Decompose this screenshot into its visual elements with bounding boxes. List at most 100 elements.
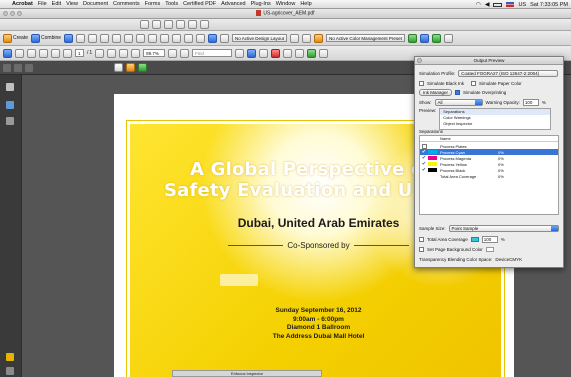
sep-black-toggle[interactable]: ✔ xyxy=(420,167,428,173)
comments-panel-icon[interactable] xyxy=(6,353,14,361)
task-icon-2[interactable] xyxy=(152,20,161,29)
bookmarks-panel-icon[interactable] xyxy=(6,101,14,109)
simulate-black-ink-checkbox[interactable] xyxy=(419,80,424,86)
output-tool-icon[interactable] xyxy=(136,33,146,43)
show-select[interactable]: All xyxy=(434,98,483,106)
sep-magenta-toggle[interactable]: ✔ xyxy=(420,155,428,161)
task-icon-1[interactable] xyxy=(140,20,149,29)
color-management-icon[interactable] xyxy=(314,33,324,43)
fit-width-icon[interactable] xyxy=(180,48,190,58)
sep-magenta-check-icon[interactable]: ✔ xyxy=(422,155,426,161)
dark-tool-icon-1[interactable] xyxy=(3,63,11,72)
input-source-label[interactable]: US xyxy=(518,2,526,8)
tac-input[interactable]: 100 xyxy=(481,235,498,243)
sep-black-check-icon[interactable]: ✔ xyxy=(422,167,426,173)
object-tool-icon[interactable] xyxy=(259,48,269,58)
warning-opacity-input[interactable]: 100 xyxy=(522,98,539,106)
fix-hairlines-icon[interactable] xyxy=(208,33,218,43)
extra-tool-icon[interactable] xyxy=(319,48,329,58)
color-check-icon[interactable] xyxy=(407,33,417,43)
menu-forms[interactable]: Forms xyxy=(145,1,161,7)
clock[interactable]: Sat 7:33:05 PM xyxy=(530,2,568,8)
layers-panel-icon[interactable] xyxy=(6,117,14,125)
attachments-panel-icon[interactable] xyxy=(6,367,14,375)
preflight-tool-icon[interactable] xyxy=(124,33,134,43)
menu-edit[interactable]: Edit xyxy=(52,1,61,7)
page-bg-color-checkbox[interactable] xyxy=(419,246,424,252)
open-icon[interactable] xyxy=(3,48,12,58)
tac-color-swatch[interactable] xyxy=(470,236,479,242)
create-button[interactable]: Create xyxy=(3,33,28,43)
save-icon[interactable] xyxy=(15,48,24,58)
find-options-icon[interactable] xyxy=(235,48,245,58)
measure-icon[interactable] xyxy=(295,48,305,58)
sample-size-select[interactable]: Point Sample xyxy=(448,224,559,232)
enfocus-inspector-bar[interactable]: Enfocus Inspector xyxy=(172,370,322,377)
secure-icon[interactable] xyxy=(88,33,98,43)
select-tool-icon[interactable] xyxy=(95,48,105,58)
menu-tools[interactable]: Tools xyxy=(165,1,178,7)
layout-icon[interactable] xyxy=(220,33,230,43)
menu-certified-pdf[interactable]: Certified PDF xyxy=(183,1,216,7)
sep-cyan-check-icon[interactable]: ✔ xyxy=(422,149,426,155)
menu-document[interactable]: Document xyxy=(83,1,108,7)
simulate-paper-color-checkbox[interactable] xyxy=(471,80,477,86)
sep-plates-toggle[interactable] xyxy=(420,143,428,149)
sign-icon[interactable] xyxy=(76,33,86,43)
ink-manager-button[interactable]: Ink Manager xyxy=(419,88,453,96)
trim-tool-icon[interactable] xyxy=(184,33,194,43)
pitstop-icon[interactable] xyxy=(271,48,281,58)
menu-plugins[interactable]: Plug-Ins xyxy=(251,1,271,7)
review-icon[interactable] xyxy=(112,33,122,43)
sep-yellow-check-icon[interactable]: ✔ xyxy=(422,161,426,167)
next-page-icon[interactable] xyxy=(63,48,72,58)
ink-tool-icon[interactable] xyxy=(172,33,182,43)
email-icon[interactable] xyxy=(39,48,48,58)
total-area-coverage-checkbox[interactable] xyxy=(419,236,424,242)
sep-yellow-toggle[interactable]: ✔ xyxy=(420,161,428,167)
task-icon-4[interactable] xyxy=(176,20,185,29)
us-flag-icon[interactable] xyxy=(506,2,515,7)
design-layout-select[interactable]: No Active Design Layout xyxy=(232,34,288,42)
color-convert-icon[interactable] xyxy=(419,33,429,43)
check-icon[interactable] xyxy=(307,48,317,58)
fit-page-icon[interactable] xyxy=(168,48,178,58)
layout-settings-icon[interactable] xyxy=(290,33,300,43)
battery-icon[interactable] xyxy=(493,2,503,7)
dark-tool-icon-3[interactable] xyxy=(25,63,33,72)
dark-tool-icon-2[interactable] xyxy=(14,63,22,72)
combine-button[interactable]: Combine xyxy=(31,33,61,43)
sep-plates-checkbox[interactable] xyxy=(421,143,427,149)
layout-refresh-icon[interactable] xyxy=(302,33,312,43)
print-icon[interactable] xyxy=(27,48,36,58)
sep-cyan-toggle[interactable]: ✔ xyxy=(420,149,428,155)
color-more-icon[interactable] xyxy=(443,33,453,43)
hand-tool-icon[interactable] xyxy=(107,48,117,58)
menu-advanced[interactable]: Advanced xyxy=(221,1,245,7)
zoom-out-icon[interactable] xyxy=(119,48,129,58)
shape-icon[interactable] xyxy=(138,63,147,72)
separation-tool-icon[interactable] xyxy=(148,33,158,43)
simulation-profile-select[interactable]: Coated FOGRA27 (ISO 12647-2:2004) xyxy=(458,69,559,77)
zoom-in-icon[interactable] xyxy=(131,48,141,58)
collaborate-icon[interactable] xyxy=(64,33,74,43)
pencil-icon[interactable] xyxy=(126,63,135,72)
edit-object-icon[interactable] xyxy=(114,63,123,72)
menu-window[interactable]: Window xyxy=(276,1,296,7)
flatten-tool-icon[interactable] xyxy=(196,33,206,43)
print-production-icon[interactable] xyxy=(160,33,170,43)
task-icon-6[interactable] xyxy=(200,20,209,29)
pages-panel-icon[interactable] xyxy=(6,83,14,91)
menu-file[interactable]: File xyxy=(38,1,47,7)
close-panel-icon[interactable] xyxy=(417,58,422,63)
task-icon-5[interactable] xyxy=(188,20,197,29)
menu-help[interactable]: Help xyxy=(300,1,311,7)
task-icon-3[interactable] xyxy=(164,20,173,29)
separation-row-total-area-coverage[interactable]: Total Area Coverage 0% xyxy=(420,173,558,179)
inspector-icon[interactable] xyxy=(283,48,293,58)
color-management-select[interactable]: No Active Color Management Preset xyxy=(326,34,405,42)
menu-app-name[interactable]: Acrobat xyxy=(12,1,33,7)
find-input[interactable]: Find xyxy=(192,49,233,57)
volume-icon[interactable]: ◀ xyxy=(485,1,490,8)
page-bg-color-swatch[interactable] xyxy=(485,246,494,252)
